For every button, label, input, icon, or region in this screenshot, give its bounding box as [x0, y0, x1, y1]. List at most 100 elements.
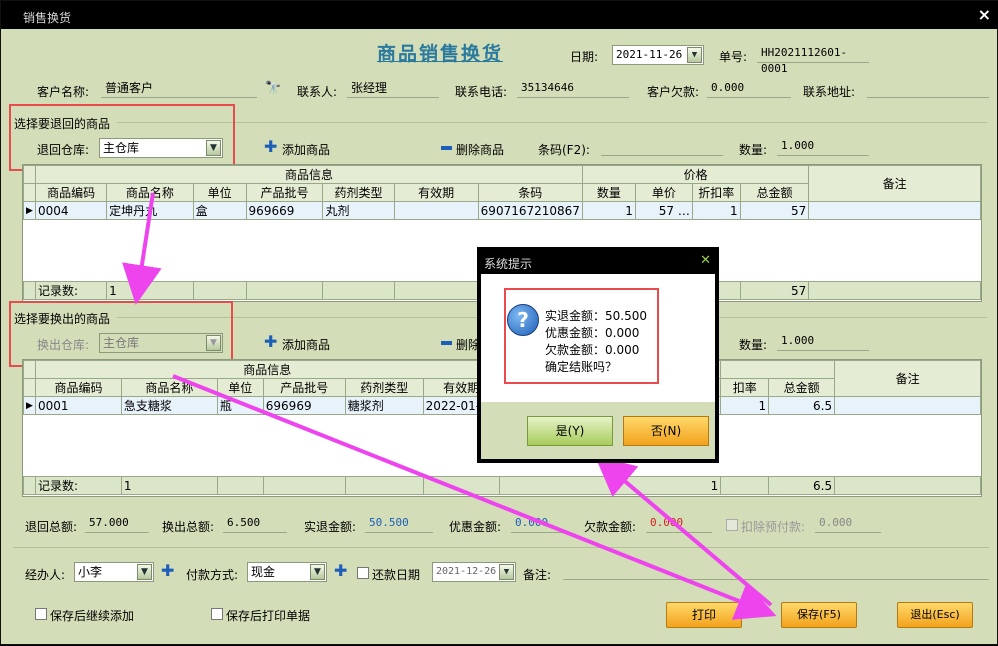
column-header[interactable]: 单价	[634, 183, 693, 202]
yes-button[interactable]: 是(Y)	[527, 416, 613, 446]
chevron-down-icon[interactable]: ▼	[310, 564, 325, 580]
order-label: 单号:	[719, 50, 748, 64]
cell-code[interactable]: 0004	[34, 201, 108, 220]
dialog-close-icon[interactable]: ✕	[700, 253, 711, 268]
column-header[interactable]: 产品批号	[262, 378, 346, 397]
cell-remark[interactable]	[834, 396, 981, 415]
cell-remark[interactable]	[808, 201, 981, 220]
print-button[interactable]: 打印	[666, 602, 742, 628]
cell-batch[interactable]: 969669	[245, 201, 324, 220]
cell-code[interactable]: 0001	[34, 396, 122, 415]
cell-total[interactable]: 57	[739, 201, 810, 220]
discount-label: 优惠金额:	[449, 520, 502, 534]
remove-icon[interactable]	[441, 146, 452, 150]
cell-total[interactable]: 6.5	[768, 396, 836, 415]
remove-icon[interactable]	[441, 341, 452, 345]
cell-name[interactable]: 定坤丹丸	[106, 201, 194, 220]
barcode-input[interactable]	[601, 138, 723, 156]
print-after-save-checkbox[interactable]	[211, 608, 223, 620]
dialog-body: ? 实退金额：50.500 优惠金额：0.000 欠款金额：0.000 确定结账…	[481, 274, 715, 459]
close-icon[interactable]: ×	[978, 5, 991, 24]
column-header[interactable]: 药剂类型	[344, 378, 424, 397]
cell-discount[interactable]: 1	[691, 201, 741, 220]
column-header[interactable]: 药剂类型	[322, 183, 395, 202]
column-header[interactable]: 总金额	[768, 378, 836, 397]
group-header-remark: 备注	[808, 165, 981, 202]
dialog-line: 实退金额：50.500	[545, 309, 647, 323]
column-header[interactable]: 有效期	[393, 183, 479, 202]
column-header[interactable]: 单位	[192, 183, 247, 202]
actual-refund-value[interactable]: 50.500	[365, 515, 433, 533]
dialog-line: 欠款金额：0.000	[545, 343, 640, 357]
add-product-button[interactable]: 添加商品	[282, 141, 330, 158]
chevron-down-icon[interactable]: ▼	[137, 564, 152, 580]
remark-label: 备注:	[523, 568, 552, 582]
column-header[interactable]: 产品批号	[245, 183, 324, 202]
footer-count: 1	[120, 476, 218, 495]
exchange-qty-input[interactable]: 1.000	[777, 333, 869, 351]
binoculars-icon[interactable]: 🔭	[265, 81, 281, 96]
keep-adding-checkbox[interactable]	[35, 608, 47, 620]
cell-unit[interactable]: 瓶	[216, 396, 264, 415]
repay-date-checkbox[interactable]	[357, 567, 369, 579]
return-qty-input[interactable]: 1.000	[777, 138, 869, 156]
cell-price[interactable]: 57 …	[634, 201, 693, 220]
table-row[interactable]: ▶ 0004 定坤丹丸 盒 969669 丸剂 6907167210867 1 …	[23, 201, 981, 220]
cell-type[interactable]: 糖浆剂	[344, 396, 424, 415]
cell-qty[interactable]: 1	[581, 201, 636, 220]
footer-count: 1	[106, 281, 194, 300]
add-icon[interactable]: ✚	[264, 137, 277, 156]
customer-name-field[interactable]: 普通客户	[101, 80, 257, 98]
cell-batch[interactable]: 696969	[262, 396, 346, 415]
debt-field: 0.000	[707, 80, 791, 98]
dialog-line: 优惠金额：0.000	[545, 326, 640, 340]
add-payment-icon[interactable]: ✚	[334, 561, 347, 580]
chevron-down-icon[interactable]: ▼	[687, 47, 702, 63]
contact-field[interactable]: 张经理	[347, 80, 439, 98]
row-indicator-icon: ▶	[23, 201, 36, 220]
column-header[interactable]: 总金额	[739, 183, 810, 202]
remark-input[interactable]	[563, 562, 989, 580]
payment-select[interactable]: 现金 ▼	[247, 562, 327, 582]
cell-expiry[interactable]	[393, 201, 479, 220]
contact-label: 联系人:	[297, 85, 338, 99]
discount-value[interactable]: 0.000	[511, 515, 567, 533]
footer-total: 57	[739, 281, 810, 300]
return-total-label: 退回总额:	[25, 520, 78, 534]
cell-type[interactable]: 丸剂	[322, 201, 395, 220]
add-exchange-product-button[interactable]: 添加商品	[282, 336, 330, 353]
actual-refund-label: 实退金额:	[304, 520, 357, 534]
cell-unit[interactable]: 盒	[192, 201, 247, 220]
chevron-down-icon[interactable]: ▼	[499, 564, 514, 580]
no-button[interactable]: 否(N)	[623, 416, 709, 446]
dialog-line: 确定结账吗？	[545, 360, 618, 374]
exit-button[interactable]: 退出(Esc)	[897, 602, 973, 628]
column-header[interactable]: 商品编码	[34, 378, 122, 397]
column-header[interactable]: 单位	[216, 378, 264, 397]
column-header[interactable]: 数量	[581, 183, 636, 202]
column-header[interactable]: 商品编码	[34, 183, 108, 202]
question-icon: ?	[507, 304, 539, 336]
handler-select[interactable]: 小李 ▼	[74, 562, 154, 582]
cell-discount[interactable]: 1	[720, 396, 770, 415]
add-handler-icon[interactable]: ✚	[161, 561, 174, 580]
exchange-total-value: 6.500	[223, 515, 287, 533]
cell-name[interactable]: 急支糖浆	[120, 396, 218, 415]
keep-adding-label: 保存后继续添加	[50, 609, 135, 623]
column-header[interactable]: 商品名称	[120, 378, 218, 397]
save-button[interactable]: 保存(F5)	[781, 602, 857, 628]
column-header[interactable]: 折扣率	[691, 183, 741, 202]
cell-barcode[interactable]: 6907167210867	[477, 201, 583, 220]
handler-label: 经办人:	[25, 568, 66, 582]
phone-field[interactable]: 35134646	[517, 80, 629, 98]
column-header[interactable]: 条码	[477, 183, 583, 202]
delete-product-button[interactable]: 删除商品	[456, 141, 504, 158]
column-header[interactable]: 扣率	[720, 378, 770, 397]
deduct-prepayment-checkbox[interactable]	[726, 519, 738, 531]
add-icon[interactable]: ✚	[264, 332, 277, 351]
date-picker[interactable]: 2021-11-26 ▼	[612, 45, 704, 65]
repay-date-picker[interactable]: 2021-12-26 ▼	[432, 562, 516, 582]
order-number: HH2021112601-0001	[757, 45, 869, 75]
column-header[interactable]: 商品名称	[106, 183, 194, 202]
address-field[interactable]	[867, 80, 989, 98]
